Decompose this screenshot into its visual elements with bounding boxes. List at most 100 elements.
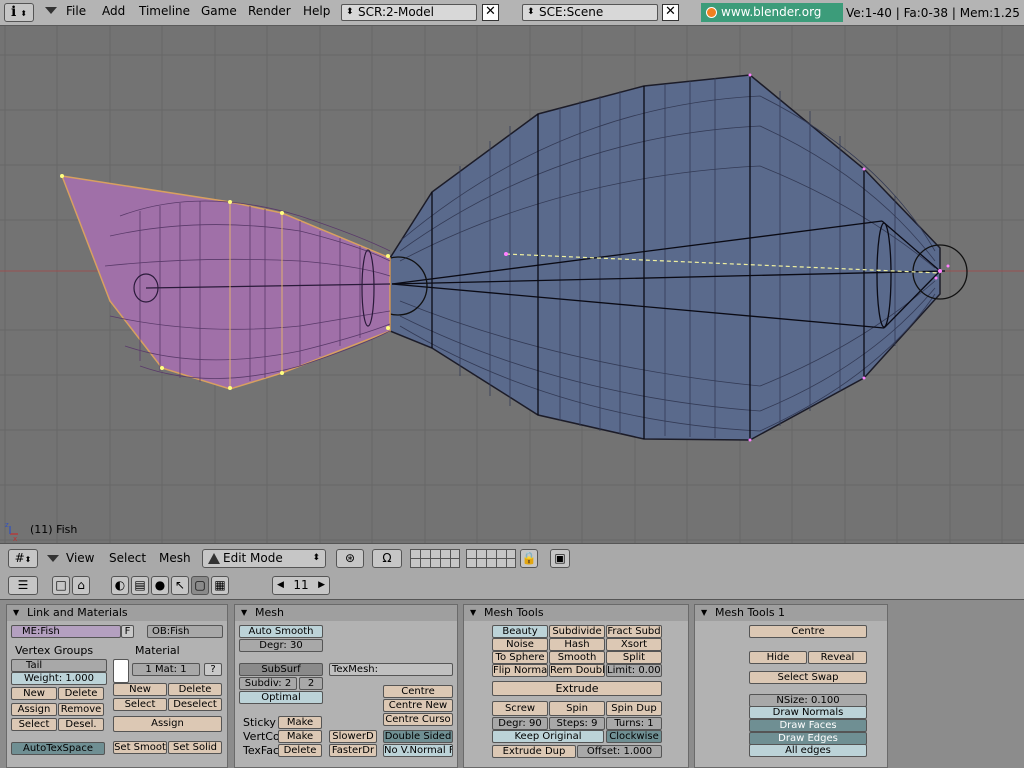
spin-degr-field[interactable]: Degr: 90 (492, 717, 548, 730)
menu-add[interactable]: Add (102, 4, 125, 18)
hide-button[interactable]: Hide (749, 651, 807, 664)
delete-material-button[interactable]: Delete (168, 683, 222, 696)
vertco-make-button[interactable]: Make (278, 730, 322, 743)
subsurf-toggle[interactable]: SubSurf (239, 663, 323, 676)
assign-material-button[interactable]: Assign (113, 716, 222, 732)
hash-button[interactable]: Hash (549, 638, 605, 651)
menu-help[interactable]: Help (303, 4, 330, 18)
autotexspace-toggle[interactable]: AutoTexSpace (11, 742, 105, 755)
select-swap-button[interactable]: Select Swap (749, 671, 867, 684)
delete-scene-button[interactable]: ✕ (662, 4, 679, 21)
auto-smooth-toggle[interactable]: Auto Smooth (239, 625, 323, 638)
vertex-group-selector[interactable]: Tail (11, 659, 107, 672)
subdivide-button[interactable]: Subdivide (549, 625, 605, 638)
panel-title[interactable]: ▼ Link and Materials (7, 605, 227, 621)
pivot-selector[interactable]: ⊛ (336, 549, 364, 568)
texfac-delete-button[interactable]: Delete (278, 744, 322, 757)
all-edges-toggle[interactable]: All edges (749, 744, 867, 757)
limit-field[interactable]: Limit: 0.001 (606, 664, 662, 677)
reveal-button[interactable]: Reveal (808, 651, 867, 664)
viewport-canvas[interactable]: x z (0, 26, 1024, 543)
object-name-field[interactable]: OB:Fish (147, 625, 223, 638)
new-group-button[interactable]: New (11, 687, 57, 700)
proportional-edit-button[interactable]: Ω (372, 549, 402, 568)
flip-normal-button[interactable]: Flip Normal (492, 664, 548, 677)
home-button[interactable]: ⌂ (72, 576, 90, 595)
set-solid-button[interactable]: Set Solid (168, 741, 222, 754)
steps-field[interactable]: Steps: 9 (549, 717, 605, 730)
spin-button[interactable]: Spin (549, 701, 605, 716)
remove-group-button[interactable]: Remove (58, 703, 104, 716)
logic-tab[interactable]: ◐ (111, 576, 129, 595)
noise-button[interactable]: Noise (492, 638, 548, 651)
frame-counter[interactable]: ◀ 11 ▶ (272, 576, 330, 595)
clockwise-toggle[interactable]: Clockwise (606, 730, 662, 743)
draw-faces-toggle[interactable]: Draw Faces (749, 719, 867, 732)
view-full-button[interactable]: □ (52, 576, 70, 595)
centre-button[interactable]: Centre (383, 685, 453, 698)
lock-layers-button[interactable]: 🔒 (520, 549, 538, 568)
fract-subd-button[interactable]: Fract Subd (606, 625, 662, 638)
collapse-menu-icon[interactable] (45, 7, 57, 14)
menu-timeline[interactable]: Timeline (139, 4, 190, 18)
beauty-toggle[interactable]: Beauty (492, 625, 548, 638)
buttons-window-type[interactable]: ☰ (8, 576, 38, 595)
mesh-name-field[interactable]: ME:Fish (11, 625, 121, 638)
faster-draw-button[interactable]: FasterDr (329, 744, 377, 757)
fake-user-button[interactable]: F (121, 625, 134, 638)
menu-select[interactable]: Select (109, 551, 146, 565)
spin-dup-button[interactable]: Spin Dup (606, 701, 662, 716)
to-sphere-button[interactable]: To Sphere (492, 651, 548, 664)
mode-selector[interactable]: Edit Mode ⬍ (202, 549, 326, 568)
weight-field[interactable]: Weight: 1.000 (11, 672, 107, 685)
rem-doubles-button[interactable]: Rem Doubl (549, 664, 605, 677)
slower-draw-button[interactable]: SlowerD (329, 730, 377, 743)
info-window-type-button[interactable]: i ⬍ (4, 3, 34, 22)
delete-group-button[interactable]: Delete (58, 687, 104, 700)
delete-screen-button[interactable]: ✕ (482, 4, 499, 21)
layer-buttons[interactable] (410, 549, 518, 568)
screen-selector[interactable]: ⬍ SCR:2-Model (341, 4, 477, 21)
screw-button[interactable]: Screw (492, 701, 548, 716)
deselect-material-button[interactable]: Deselect (168, 698, 222, 711)
menu-view[interactable]: View (66, 551, 94, 565)
double-sided-toggle[interactable]: Double Sided (383, 730, 453, 743)
new-material-button[interactable]: New (113, 683, 167, 696)
material-index-field[interactable]: 1 Mat: 1 (132, 663, 200, 676)
smooth-button[interactable]: Smooth (549, 651, 605, 664)
menu-file[interactable]: File (66, 4, 86, 18)
scene-selector[interactable]: ⬍ SCE:Scene (522, 4, 658, 21)
editing-tab[interactable]: ▢ (191, 576, 209, 595)
panel-title[interactable]: ▼ Mesh Tools 1 (695, 605, 887, 621)
menu-game[interactable]: Game (201, 4, 237, 18)
script-tab[interactable]: ▤ (131, 576, 149, 595)
layers-left[interactable] (410, 549, 460, 568)
draw-normals-toggle[interactable]: Draw Normals (749, 706, 867, 719)
set-smooth-button[interactable]: Set Smoot (113, 741, 167, 754)
blender-link[interactable]: www.blender.org 231 (701, 3, 843, 38)
texmesh-field[interactable]: TexMesh: (329, 663, 453, 676)
extrude-dup-button[interactable]: Extrude Dup (492, 745, 576, 758)
keep-original-toggle[interactable]: Keep Original (492, 730, 604, 743)
menu-mesh[interactable]: Mesh (159, 551, 191, 565)
sticky-make-button[interactable]: Make (278, 716, 322, 729)
shading-tab[interactable]: ● (151, 576, 169, 595)
extrude-button[interactable]: Extrude (492, 681, 662, 696)
xsort-button[interactable]: Xsort (606, 638, 662, 651)
deselect-group-button[interactable]: Desel. (58, 718, 104, 731)
subdiv-field[interactable]: Subdiv: 2 (239, 677, 297, 690)
select-group-button[interactable]: Select (11, 718, 57, 731)
panel-title[interactable]: ▼ Mesh (235, 605, 457, 621)
select-material-button[interactable]: Select (113, 698, 167, 711)
material-help-button[interactable]: ? (204, 663, 222, 676)
scene-tab[interactable]: ▦ (211, 576, 229, 595)
menu-render[interactable]: Render (248, 4, 291, 18)
3d-viewport[interactable]: x z (11) Fish (0, 26, 1024, 543)
offset-field[interactable]: Offset: 1.000 (577, 745, 662, 758)
collapse-menu-icon[interactable] (47, 555, 59, 562)
layers-right[interactable] (466, 549, 516, 568)
object-tab[interactable]: ↖ (171, 576, 189, 595)
render-preview-button[interactable]: ▣ (550, 549, 570, 568)
assign-group-button[interactable]: Assign (11, 703, 57, 716)
window-type-button[interactable]: #⬍ (8, 549, 38, 568)
